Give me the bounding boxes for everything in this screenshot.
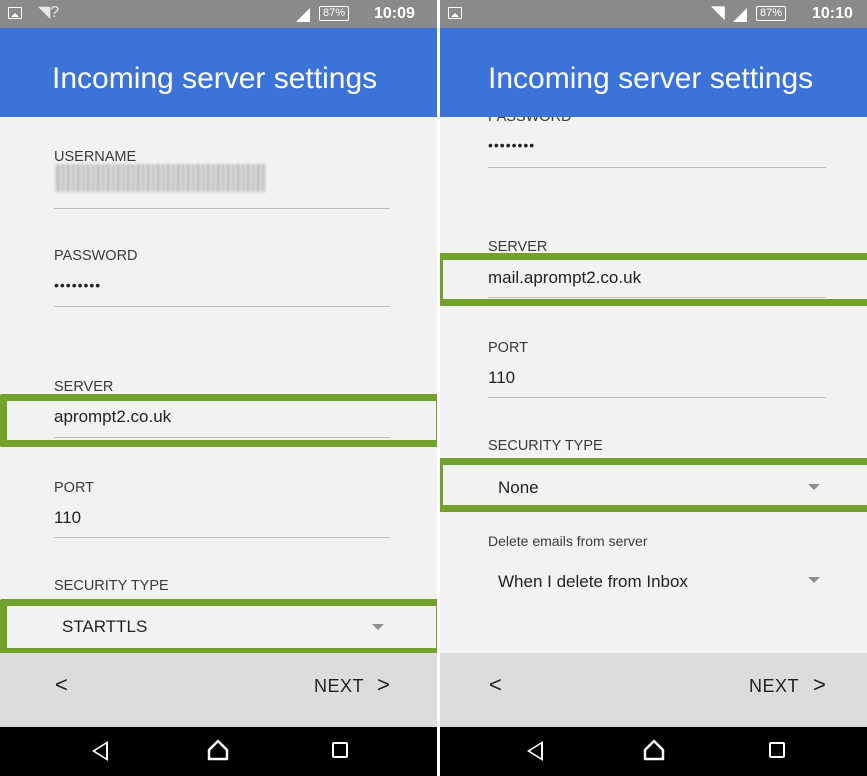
password-input[interactable]: •••••••• xyxy=(54,277,101,293)
settings-form: USERNAME PASSWORD •••••••• SERVER apromp… xyxy=(0,117,437,653)
system-home-icon[interactable] xyxy=(643,739,665,761)
wizard-nav: < NEXT > xyxy=(440,653,867,727)
next-button[interactable]: NEXT xyxy=(314,676,364,697)
delete-emails-select[interactable]: When I delete from Inbox xyxy=(498,572,688,592)
port-label: PORT xyxy=(54,480,95,496)
server-highlight-box xyxy=(0,394,437,447)
next-button[interactable]: NEXT xyxy=(749,676,799,697)
username-underline xyxy=(54,208,390,209)
username-value-redacted[interactable] xyxy=(54,164,266,192)
battery-indicator: 87% xyxy=(319,6,350,21)
battery-indicator: 87% xyxy=(756,6,787,21)
image-notification-icon xyxy=(448,7,462,19)
security-highlight-box xyxy=(440,458,867,512)
system-back-icon[interactable] xyxy=(527,741,543,761)
app-bar: Incoming server settings xyxy=(0,28,437,117)
port-underline xyxy=(488,397,826,398)
server-label: SERVER xyxy=(54,379,114,395)
system-recents-icon[interactable] xyxy=(769,742,785,758)
right-phone-screen: ◥ 87% 10:10 Incoming server settings PAS… xyxy=(440,0,867,776)
username-label: USERNAME xyxy=(54,149,137,165)
system-recents-icon[interactable] xyxy=(332,742,348,758)
settings-form: PASSWORD •••••••• SERVER mail.aprompt2.c… xyxy=(440,117,867,653)
next-chevron-icon[interactable]: > xyxy=(377,672,390,698)
page-title: Incoming server settings xyxy=(488,62,814,95)
password-underline xyxy=(488,167,826,168)
port-input[interactable]: 110 xyxy=(54,508,81,528)
security-highlight-box xyxy=(0,599,437,653)
status-bar: ◥ 87% 10:10 xyxy=(440,0,867,28)
chevron-down-icon[interactable] xyxy=(808,577,820,583)
port-underline xyxy=(54,537,390,538)
signal-icon xyxy=(733,8,747,22)
status-bar: ◥? 87% 10:09 xyxy=(0,0,437,28)
app-bar: Incoming server settings xyxy=(440,28,867,117)
image-notification-icon xyxy=(8,7,22,19)
port-label: PORT xyxy=(488,340,529,356)
left-phone-screen: ◥? 87% 10:09 Incoming server settings US… xyxy=(0,0,437,776)
port-input[interactable]: 110 xyxy=(488,368,515,388)
password-input[interactable]: •••••••• xyxy=(488,137,535,153)
password-label: PASSWORD xyxy=(488,117,572,125)
system-home-icon[interactable] xyxy=(207,739,229,761)
back-button[interactable]: < xyxy=(489,672,502,698)
back-button[interactable]: < xyxy=(55,672,68,698)
system-nav-bar xyxy=(0,727,437,776)
wifi-icon: ◥ xyxy=(711,2,725,22)
password-label: PASSWORD xyxy=(54,248,138,264)
next-chevron-icon[interactable]: > xyxy=(813,672,826,698)
security-type-label: SECURITY TYPE xyxy=(54,578,169,594)
wifi-question-icon: ◥? xyxy=(38,4,60,21)
wizard-nav: < NEXT > xyxy=(0,653,437,727)
system-back-icon[interactable] xyxy=(92,741,108,761)
signal-icon xyxy=(296,8,310,22)
system-nav-bar xyxy=(440,727,867,776)
password-underline xyxy=(54,306,390,307)
clock: 10:10 xyxy=(812,5,853,22)
delete-emails-label: Delete emails from server xyxy=(488,533,648,549)
page-title: Incoming server settings xyxy=(52,62,378,95)
security-type-label: SECURITY TYPE xyxy=(488,438,603,454)
server-highlight-box xyxy=(440,253,867,306)
clock: 10:09 xyxy=(374,5,415,22)
